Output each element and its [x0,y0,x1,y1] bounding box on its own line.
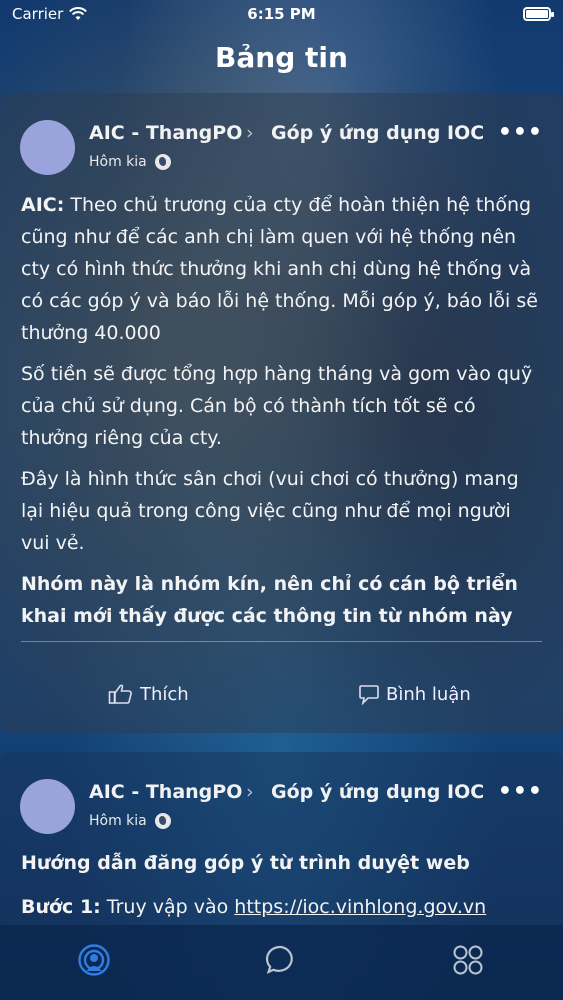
post-author[interactable]: AIC - ThangPO [89,122,242,144]
more-options-icon[interactable]: ••• [498,779,543,804]
post-header: AIC - ThangPO › Góp ý ứng dụng IOC ••• H… [20,779,543,839]
step-link[interactable]: https://ioc.vinhlong.gov.vn [234,896,486,918]
post-lead: AIC: [21,194,65,216]
post-time-label: Hôm kia [89,813,147,829]
feed-icon [78,944,110,976]
thumbs-up-icon [108,684,132,704]
post-header: AIC - ThangPO › Góp ý ứng dụng IOC ••• H… [20,120,543,180]
post-step: Bước 1: Truy vập vào https://ioc.vinhlon… [21,896,486,918]
globe-icon [154,154,171,170]
post-paragraph: Đây là hình thức sân chơi (vui chơi có t… [21,468,519,554]
post-time: Hôm kia [89,813,171,829]
apps-icon [453,945,483,975]
more-options-icon[interactable]: ••• [498,120,543,145]
tab-bar [0,925,563,1000]
carrier-label: Carrier [12,5,64,23]
post-card[interactable]: AIC - ThangPO › Góp ý ứng dụng IOC ••• H… [0,93,563,733]
post-paragraph: Nhóm này là nhóm kín, nên chỉ có cán bộ … [21,573,518,627]
divider [21,641,542,642]
post-actions: Thích Bình luận [0,683,563,719]
step-label: Bước 1: [21,896,101,918]
status-bar: Carrier 6:15 PM [0,0,563,28]
post-time: Hôm kia [89,154,171,170]
page-title: Bảng tin [215,41,348,74]
post-author[interactable]: AIC - ThangPO [89,781,242,803]
comment-label: Bình luận [386,683,471,705]
avatar[interactable] [20,120,75,175]
globe-icon [154,813,171,829]
tab-apps[interactable] [451,943,485,977]
chevron-right-icon: › [246,122,254,144]
avatar[interactable] [20,779,75,834]
post-group[interactable]: Góp ý ứng dụng IOC [271,122,484,144]
like-label: Thích [140,683,189,705]
chat-icon [265,945,293,974]
post-time-label: Hôm kia [89,154,147,170]
post-body: AIC: Theo chủ trương của cty để hoàn thi… [21,189,545,641]
battery-icon [523,7,554,21]
tab-chat[interactable] [264,943,298,977]
post-paragraph: Số tiền sẽ được tổng hợp hàng tháng và g… [21,363,533,449]
step-text: Truy vập vào [100,896,235,918]
like-button[interactable]: Thích [108,683,189,705]
tab-feed[interactable] [77,943,111,977]
post-title: Hướng dẫn đăng góp ý từ trình duyệt web [21,852,470,874]
chevron-right-icon: › [246,781,254,803]
post-paragraph: AIC: Theo chủ trương của cty để hoàn thi… [21,189,545,349]
wifi-icon [69,7,88,20]
navigation-bar: Bảng tin [0,36,563,80]
post-group[interactable]: Góp ý ứng dụng IOC [271,781,484,803]
post-text: Theo chủ trương của cty để hoàn thiện hệ… [21,194,538,344]
post-card[interactable]: AIC - ThangPO › Góp ý ứng dụng IOC ••• H… [0,752,563,932]
comment-button[interactable]: Bình luận [358,683,471,705]
comment-icon [359,685,379,705]
